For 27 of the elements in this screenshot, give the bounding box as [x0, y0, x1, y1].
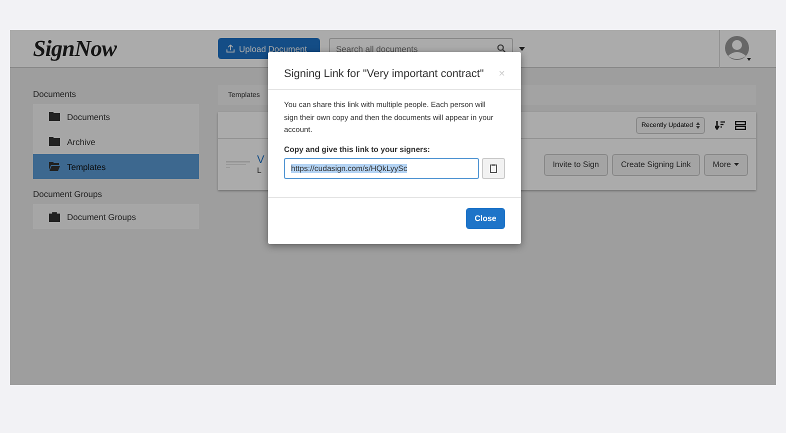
close-button[interactable]: Close — [466, 208, 505, 228]
dialog-title: Signing Link for "Very important contract" — [284, 68, 484, 80]
sort-arrows-icon — [696, 122, 700, 128]
sidebar-item[interactable]: Document Groups — [33, 204, 199, 229]
action-button[interactable]: More — [704, 154, 748, 176]
section-title: Document Groups — [33, 189, 103, 199]
upload-icon — [226, 44, 235, 53]
action-button[interactable]: Create Signing Link — [612, 154, 700, 176]
caret-icon[interactable] — [519, 46, 525, 50]
clipboard-icon — [490, 164, 498, 172]
document-title[interactable]: V — [257, 154, 264, 166]
document-subtitle: L — [257, 166, 262, 175]
sort-order-icon[interactable] — [715, 120, 725, 130]
list-view-icon[interactable] — [735, 120, 746, 130]
sidebar-item[interactable]: Documents — [33, 104, 199, 129]
copy-button[interactable] — [482, 158, 505, 178]
folder-icon — [49, 112, 60, 121]
briefcase-icon — [49, 212, 60, 222]
sidebar-item[interactable]: Archive — [33, 129, 199, 154]
search-icon — [497, 44, 506, 53]
sidebar-item[interactable]: Templates — [33, 154, 199, 179]
folder-icon — [49, 162, 60, 171]
logo[interactable]: SignNow — [33, 36, 218, 62]
folder-icon — [49, 137, 60, 146]
caret-icon — [734, 163, 739, 166]
section-title: Documents — [33, 89, 77, 99]
action-button[interactable]: Invite to Sign — [544, 154, 608, 176]
